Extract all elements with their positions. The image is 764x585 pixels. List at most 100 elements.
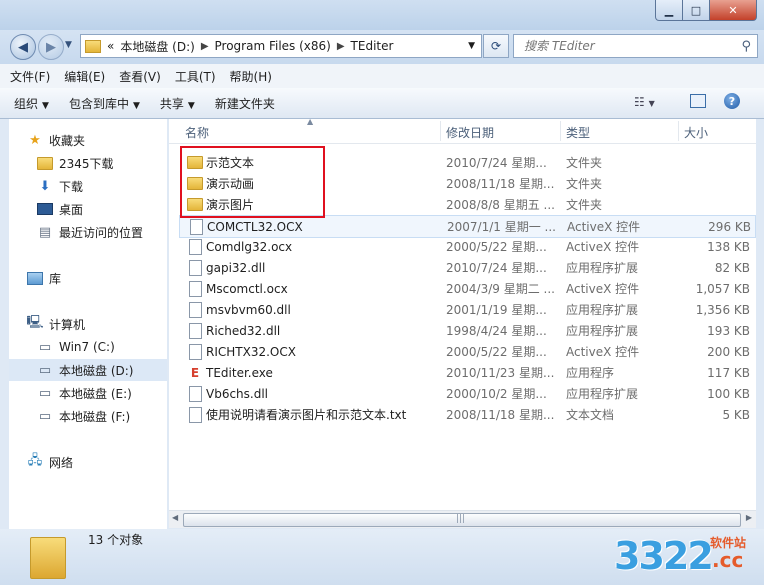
view-options-button[interactable]: ☷ ▼	[634, 95, 655, 109]
address-bar[interactable]: « 本地磁盘 (D:) ▶ Program Files (x86) ▶ TEdi…	[80, 34, 482, 58]
chevron-right-icon[interactable]: ▶	[201, 41, 209, 52]
dll-file-icon	[187, 385, 203, 402]
dropdown-arrow-icon: ▼	[132, 100, 140, 111]
computer-icon: 🖳	[26, 315, 44, 330]
scrollbar-thumb[interactable]: |||	[183, 513, 741, 527]
back-button[interactable]: ◀	[10, 34, 36, 60]
column-size[interactable]: 大小	[684, 124, 708, 141]
column-name[interactable]: 名称	[185, 124, 209, 141]
activex-file-icon	[187, 343, 203, 360]
hard-drive-icon: ▭	[38, 362, 52, 378]
sort-up-icon: ▲	[307, 117, 314, 126]
dll-file-icon	[187, 301, 203, 318]
highlight-annotation-box	[180, 146, 325, 218]
menu-tools[interactable]: 工具(T)	[175, 68, 216, 85]
share-button[interactable]: 共享 ▼	[160, 95, 195, 112]
item-count: 13 个对象	[88, 533, 144, 547]
maximize-button[interactable]: □	[682, 0, 710, 21]
title-bar	[0, 0, 764, 30]
recent-pages-dropdown[interactable]: ▼	[65, 40, 72, 50]
file-row-readme-txt[interactable]: 使用说明请看演示图片和示范文本.txt 2008/11/18 星期... 文本文档 5…	[179, 404, 754, 425]
menu-help[interactable]: 帮助(H)	[230, 68, 272, 85]
forward-arrow-icon: ▶	[46, 39, 56, 55]
grip-icon: |||	[456, 514, 466, 524]
menu-view[interactable]: 查看(V)	[119, 68, 161, 85]
nav-item-desktop[interactable]: 桌面	[37, 198, 83, 220]
refresh-button[interactable]: ⟳	[483, 34, 509, 58]
close-icon: ✕	[728, 3, 738, 17]
folder-icon	[37, 155, 53, 171]
nav-item-recent-places[interactable]: ▤ 最近访问的位置	[37, 221, 143, 243]
file-row-msvbvm60[interactable]: msvbvm60.dll 2001/1/19 星期... 应用程序扩展 1,356 K…	[179, 299, 754, 320]
recent-places-icon: ▤	[38, 224, 52, 240]
minimize-icon: ▁	[664, 3, 674, 17]
hard-drive-icon: ▭	[38, 408, 52, 424]
star-icon: ★	[29, 132, 41, 148]
organize-button[interactable]: 组织 ▼	[14, 95, 49, 112]
column-header: 名称 ▲ 修改日期 类型 大小	[169, 117, 756, 144]
file-row-richtx32[interactable]: RICHTX32.OCX 2000/5/22 星期... ActiveX 控件 200…	[179, 341, 754, 362]
dll-file-icon	[187, 322, 203, 339]
new-folder-button[interactable]: 新建文件夹	[215, 95, 275, 112]
address-segment-teditor[interactable]: TEditer	[351, 39, 394, 53]
download-folder-icon: ⬇	[39, 178, 51, 194]
menu-bar: 文件(F) 编辑(E) 查看(V) 工具(T) 帮助(H)	[0, 64, 764, 89]
site-watermark-logo: 3322 软件站 .cc	[614, 534, 747, 578]
command-bar: 组织 ▼ 包含到库中 ▼ 共享 ▼ 新建文件夹 ☷ ▼ ?	[0, 88, 764, 119]
nav-libraries[interactable]: 库	[27, 267, 61, 289]
network-icon: 🖧	[27, 453, 43, 468]
file-row-gapi32[interactable]: gapi32.dll 2010/7/24 星期... 应用程序扩展 82 KB	[179, 257, 754, 278]
horizontal-scrollbar[interactable]: ◀ ||| ▶	[169, 510, 756, 528]
search-box[interactable]: ⚲	[513, 34, 758, 58]
help-button[interactable]: ?	[724, 93, 740, 109]
nav-drive-e[interactable]: ▭ 本地磁盘 (E:)	[37, 382, 132, 404]
file-row-riched32[interactable]: Riched32.dll 1998/4/24 星期... 应用程序扩展 193 KB	[179, 320, 754, 341]
nav-drive-f[interactable]: ▭ 本地磁盘 (F:)	[37, 405, 130, 427]
file-row-vb6chs[interactable]: Vb6chs.dll 2000/10/2 星期... 应用程序扩展 100 KB	[179, 383, 754, 404]
activex-file-icon	[187, 238, 203, 255]
back-arrow-icon: ◀	[18, 39, 28, 55]
nav-item-2345-downloads[interactable]: 2345下载	[37, 152, 114, 174]
file-row-comctl32[interactable]: COMCTL32.OCX 2007/1/1 星期一 ... ActiveX 控件 29…	[179, 215, 756, 238]
nav-computer[interactable]: 🖳 计算机	[26, 313, 85, 335]
close-button[interactable]: ✕	[709, 0, 757, 21]
chevron-right-icon[interactable]: ▶	[337, 41, 345, 52]
column-date[interactable]: 修改日期	[446, 124, 494, 141]
column-type[interactable]: 类型	[566, 124, 590, 141]
nav-drive-d[interactable]: ▭ 本地磁盘 (D:)	[9, 359, 167, 381]
address-segment-drive[interactable]: 本地磁盘 (D:)	[120, 38, 194, 55]
minimize-button[interactable]: ▁	[655, 0, 683, 21]
scroll-right-icon[interactable]: ▶	[746, 513, 752, 522]
hard-drive-icon: ▭	[38, 385, 52, 401]
file-row-comdlg32[interactable]: Comdlg32.ocx 2000/5/22 星期... ActiveX 控件 138…	[179, 236, 754, 257]
refresh-icon: ⟳	[490, 39, 502, 53]
menu-file[interactable]: 文件(F)	[10, 68, 50, 85]
search-input[interactable]	[522, 38, 742, 54]
activex-file-icon	[187, 280, 203, 297]
file-row-teditor-exe[interactable]: E TEditer.exe 2010/11/23 星期... 应用程序 117 KB	[179, 362, 754, 383]
folder-icon	[30, 537, 66, 579]
nav-item-downloads[interactable]: ⬇ 下载	[37, 175, 83, 197]
nav-drive-c[interactable]: ▭ Win7 (C:)	[37, 336, 115, 358]
preview-pane-button[interactable]	[690, 94, 706, 108]
activex-file-icon	[188, 218, 204, 235]
file-row-mscomctl[interactable]: Mscomctl.ocx 2004/3/9 星期二 ... ActiveX 控件 1,…	[179, 278, 754, 299]
library-icon	[27, 270, 43, 286]
include-in-library-button[interactable]: 包含到库中 ▼	[69, 95, 140, 112]
address-segment-program-files[interactable]: Program Files (x86)	[215, 39, 331, 53]
dropdown-arrow-icon: ▼	[42, 100, 49, 111]
scroll-left-icon[interactable]: ◀	[172, 513, 178, 522]
navigation-pane: ★ 收藏夹 2345下载 ⬇ 下载 桌面 ▤ 最近访问的位置 库 🖳 计算机 ▭ Win7…	[9, 119, 167, 529]
address-dropdown-icon[interactable]: ▼	[468, 41, 475, 51]
dll-file-icon	[187, 259, 203, 276]
nav-favorites[interactable]: ★ 收藏夹	[27, 129, 85, 151]
forward-button[interactable]: ▶	[38, 34, 64, 60]
folder-icon	[85, 39, 101, 53]
maximize-icon: □	[690, 3, 702, 17]
nav-network[interactable]: 🖧 网络	[27, 451, 73, 473]
menu-edit[interactable]: 编辑(E)	[64, 68, 105, 85]
application-icon: E	[190, 365, 200, 380]
help-icon: ?	[728, 94, 736, 108]
address-overflow[interactable]: «	[107, 39, 114, 53]
search-icon[interactable]: ⚲	[741, 39, 751, 54]
